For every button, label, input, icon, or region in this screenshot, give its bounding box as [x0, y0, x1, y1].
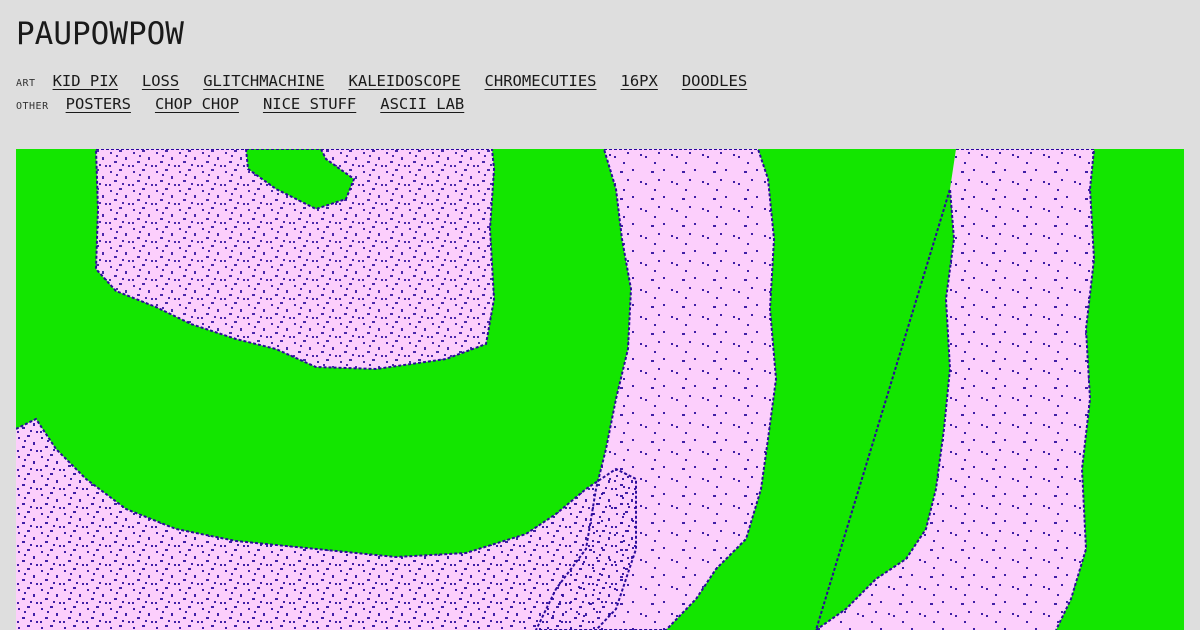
nav-link-loss[interactable]: LOSS [142, 72, 179, 90]
nav-link-ascii-lab[interactable]: ASCII LAB [380, 95, 464, 113]
nav-link-kaleidoscope[interactable]: KALEIDOSCOPE [349, 72, 461, 90]
artwork-image [16, 149, 1184, 630]
nav-link-posters[interactable]: POSTERS [66, 95, 131, 113]
nav-link-16px[interactable]: 16PX [621, 72, 658, 90]
nav-art-row: ART KID PIX LOSS GLITCHMACHINE KALEIDOSC… [16, 72, 771, 92]
nav-category-art: ART [16, 78, 36, 89]
nav-link-kid-pix[interactable]: KID PIX [53, 72, 118, 90]
site-title[interactable]: PAUPOWPOW [16, 14, 184, 54]
nav-link-chromecuties[interactable]: CHROMECUTIES [485, 72, 597, 90]
nav-link-nice-stuff[interactable]: NICE STUFF [263, 95, 356, 113]
nav-link-glitchmachine[interactable]: GLITCHMACHINE [203, 72, 324, 90]
nav-other-row: OTHER POSTERS CHOP CHOP NICE STUFF ASCII… [16, 95, 488, 115]
nav-category-other: OTHER [16, 101, 49, 112]
nav-link-doodles[interactable]: DOODLES [682, 72, 747, 90]
artwork-canvas [16, 149, 1184, 630]
nav-link-chop-chop[interactable]: CHOP CHOP [155, 95, 239, 113]
